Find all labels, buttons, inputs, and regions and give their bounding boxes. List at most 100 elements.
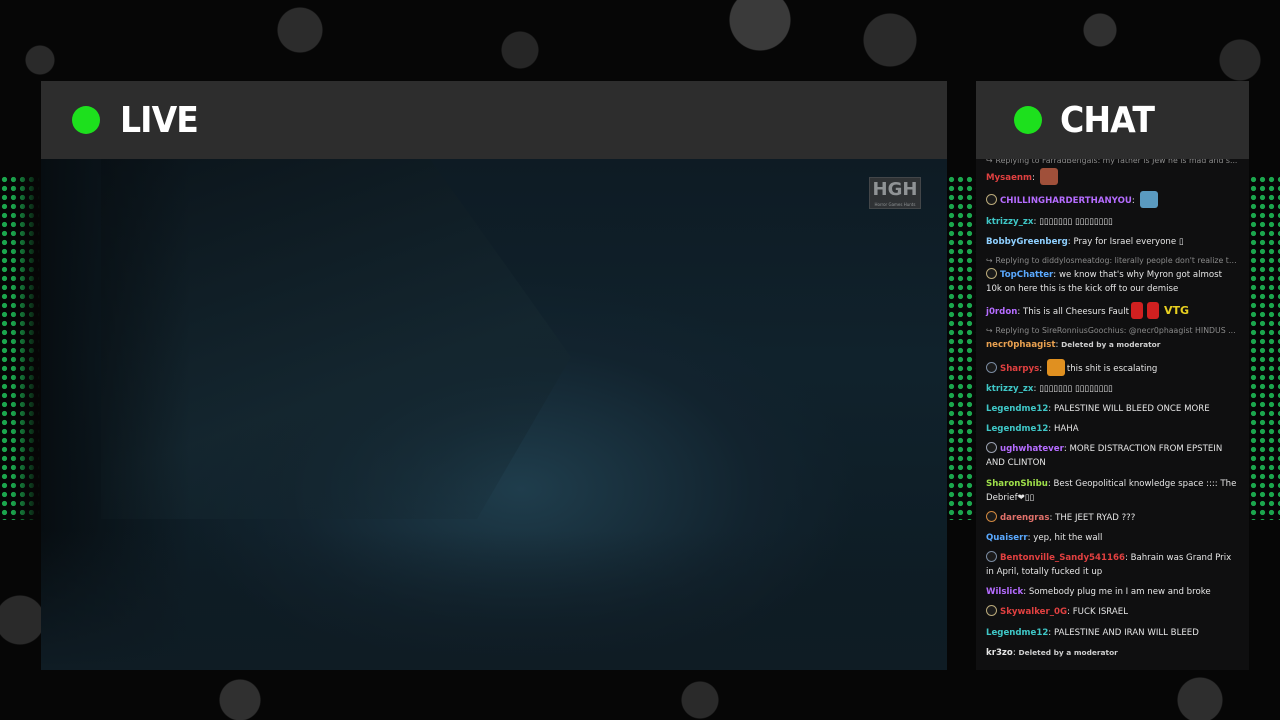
chat-text: yep, hit the wall bbox=[1033, 532, 1103, 543]
chat-message-body: Quaiserr: yep, hit the wall bbox=[986, 531, 1239, 545]
channel-watermark-logo: HGH Horror Games Hunts bbox=[869, 177, 921, 209]
chat-username[interactable]: Bentonville_Sandy541166 bbox=[1000, 553, 1125, 563]
chat-message-body: Skywalker_0G: FUCK ISRAEL bbox=[986, 605, 1239, 619]
chat-text: PALESTINE WILL BLEED ONCE MORE bbox=[1053, 403, 1210, 414]
reply-arrow-icon: ↪ bbox=[986, 256, 993, 265]
chat-message: ↪ Replying to FarradBengals: my father is… bbox=[986, 159, 1239, 186]
chat-message-body: j0rdon: This is all Cheesurs Fault VTG bbox=[986, 302, 1239, 320]
chat-message-body: Legendme12: HAHA bbox=[986, 422, 1239, 436]
chat-message-body: Sharpys: this shit is escalating bbox=[986, 358, 1239, 376]
chat-message-body: ktrizzy_zx: ▯▯▯▯▯▯▯ ▯▯▯▯▯▯▯▯ bbox=[986, 382, 1239, 396]
halftone-dots-left bbox=[0, 175, 40, 520]
chat-text: THE JEET RYAD ??? bbox=[1055, 512, 1136, 523]
robot-badge-icon[interactable] bbox=[986, 361, 997, 373]
chat-message-body: Wilslick: Somebody plug me in I am new a… bbox=[986, 585, 1239, 599]
video-player[interactable]: HGH Horror Games Hunts bbox=[41, 159, 947, 670]
chat-message-body: ughwhatever: MORE DISTRACTION FROM EPSTE… bbox=[986, 442, 1239, 470]
chat-title: CHAT bbox=[1060, 99, 1155, 141]
person-emote-icon bbox=[1139, 191, 1158, 209]
chat-message-list[interactable]: jtrevino510: HIT THE WALL↪Replying to Fa… bbox=[986, 159, 1239, 666]
chat-separator: : bbox=[1039, 363, 1045, 374]
bread-badge-icon[interactable] bbox=[986, 510, 997, 522]
chat-username[interactable]: ktrizzy_zx bbox=[986, 384, 1033, 394]
fire-emote-icon bbox=[1046, 358, 1065, 376]
chat-text: This is all Cheesurs Fault bbox=[1022, 307, 1129, 318]
chat-message: ktrizzy_zx: ▯▯▯▯▯▯▯ ▯▯▯▯▯▯▯▯ bbox=[986, 382, 1239, 396]
chat-message-body: kr3zo: Deleted by a moderator bbox=[986, 646, 1239, 660]
shield-badge-icon[interactable] bbox=[986, 268, 997, 279]
chat-message: ↪ Replying to SireRonniusGoochius: @necr0… bbox=[986, 325, 1239, 352]
face-badge-icon[interactable] bbox=[986, 442, 997, 454]
chat-text: HAHA bbox=[1053, 424, 1079, 435]
chat-username[interactable]: Legendme12 bbox=[986, 628, 1048, 638]
chat-message-body: ktrizzy_zx: ▯▯▯▯▯▯▯ ▯▯▯▯▯▯▯▯ bbox=[986, 215, 1239, 229]
chat-text: FUCK ISRAEL bbox=[1072, 607, 1129, 618]
chat-username[interactable]: Wilslick bbox=[986, 587, 1023, 597]
chat-text: ▯▯▯▯▯▯▯ ▯▯▯▯▯▯▯▯ bbox=[1039, 216, 1113, 227]
deleted-notice: Deleted by a moderator bbox=[1018, 647, 1118, 657]
chat-panel[interactable]: jtrevino510: HIT THE WALL↪Replying to Fa… bbox=[976, 159, 1249, 670]
chat-text: Pray for Israel everyone ▯ bbox=[1073, 236, 1184, 247]
chat-message: j0rdon: This is all Cheesurs Fault VTG bbox=[986, 302, 1239, 320]
reply-reference[interactable]: ↪ Replying to SireRonniusGoochius: @necr0… bbox=[986, 325, 1239, 337]
chat-message-body: necr0phaagist: Deleted by a moderator bbox=[986, 338, 1239, 352]
chat-username[interactable]: j0rdon bbox=[986, 307, 1017, 317]
vtg-emote-text: VTG bbox=[1163, 304, 1190, 318]
chat-username[interactable]: Mysaenm bbox=[986, 173, 1032, 183]
chat-username[interactable]: CHILLINGHARDERTHANYOU bbox=[1000, 196, 1132, 206]
halftone-dots-middle bbox=[947, 175, 976, 520]
chat-message: kr3zo: Deleted by a moderator bbox=[986, 646, 1239, 660]
chat-indicator-icon bbox=[1014, 106, 1042, 134]
chat-username[interactable]: necr0phaagist bbox=[986, 340, 1055, 350]
chat-message: Quaiserr: yep, hit the wall bbox=[986, 531, 1239, 545]
chat-username[interactable]: Legendme12 bbox=[986, 424, 1048, 434]
chat-username[interactable]: ktrizzy_zx bbox=[986, 217, 1033, 227]
chat-username[interactable]: Quaiserr bbox=[986, 533, 1028, 543]
robot-badge-icon[interactable] bbox=[986, 551, 997, 563]
video-scene-ground bbox=[41, 530, 947, 670]
chat-message: CHILLINGHARDERTHANYOU: bbox=[986, 191, 1239, 209]
reply-arrow-icon: ↪ bbox=[986, 159, 993, 166]
siren-emote-icon bbox=[1146, 302, 1159, 320]
chat-username[interactable]: kr3zo bbox=[986, 648, 1013, 658]
chat-message: Legendme12: PALESTINE WILL BLEED ONCE MO… bbox=[986, 402, 1239, 416]
live-header: LIVE bbox=[41, 81, 947, 159]
chat-message: Sharpys: this shit is escalating bbox=[986, 358, 1239, 376]
chat-message-body: Legendme12: PALESTINE WILL BLEED ONCE MO… bbox=[986, 402, 1239, 416]
reply-text: Replying to FarradBengals: my father is … bbox=[995, 159, 1238, 166]
chat-username[interactable]: Sharpys bbox=[1000, 364, 1039, 374]
chat-text: this shit is escalating bbox=[1066, 363, 1158, 374]
chat-text: PALESTINE AND IRAN WILL BLEED bbox=[1053, 627, 1199, 638]
chat-message: Skywalker_0G: FUCK ISRAEL bbox=[986, 605, 1239, 619]
chat-message-body: TopChatter: we know that's why Myron got… bbox=[986, 268, 1239, 296]
face-emote-icon bbox=[1039, 168, 1058, 186]
reply-reference[interactable]: ↪ Replying to FarradBengals: my father is… bbox=[986, 159, 1239, 167]
chat-message: SharonShibu: Best Geopolitical knowledge… bbox=[986, 477, 1239, 505]
chat-username[interactable]: darengras bbox=[1000, 513, 1049, 523]
chat-username[interactable]: Legendme12 bbox=[986, 404, 1048, 414]
chat-username[interactable]: BobbyGreenberg bbox=[986, 237, 1068, 247]
reply-text: Replying to SireRonniusGoochius: @necr0p… bbox=[995, 326, 1236, 336]
chat-message-body: BobbyGreenberg: Pray for Israel everyone… bbox=[986, 235, 1239, 249]
chat-header: CHAT bbox=[976, 81, 1249, 159]
shield-badge-icon[interactable] bbox=[986, 605, 997, 617]
chat-message-body: Mysaenm: bbox=[986, 168, 1239, 186]
chat-username[interactable]: Skywalker_0G bbox=[1000, 607, 1067, 617]
chat-message-body: Legendme12: PALESTINE AND IRAN WILL BLEE… bbox=[986, 626, 1239, 640]
live-indicator-icon bbox=[72, 106, 100, 134]
chat-message: Bentonville_Sandy541166: Bahrain was Gra… bbox=[986, 551, 1239, 579]
chat-text: ▯▯▯▯▯▯▯ ▯▯▯▯▯▯▯▯ bbox=[1039, 383, 1113, 394]
chat-message: darengras: THE JEET RYAD ??? bbox=[986, 510, 1239, 525]
shield-badge-icon[interactable] bbox=[986, 194, 997, 206]
chat-username[interactable]: TopChatter bbox=[1000, 270, 1053, 280]
chat-message: Legendme12: HAHA bbox=[986, 422, 1239, 436]
chat-message-body: darengras: THE JEET RYAD ??? bbox=[986, 510, 1239, 525]
chat-username[interactable]: SharonShibu bbox=[986, 479, 1048, 489]
chat-message-body: SharonShibu: Best Geopolitical knowledge… bbox=[986, 477, 1239, 505]
live-title: LIVE bbox=[120, 99, 199, 141]
deleted-notice: Deleted by a moderator bbox=[1061, 340, 1161, 350]
chat-message: Wilslick: Somebody plug me in I am new a… bbox=[986, 585, 1239, 599]
chat-message: ktrizzy_zx: ▯▯▯▯▯▯▯ ▯▯▯▯▯▯▯▯ bbox=[986, 215, 1239, 229]
chat-username[interactable]: ughwhatever bbox=[1000, 444, 1064, 454]
reply-reference[interactable]: ↪ Replying to diddylosmeatdog: literally … bbox=[986, 255, 1239, 267]
